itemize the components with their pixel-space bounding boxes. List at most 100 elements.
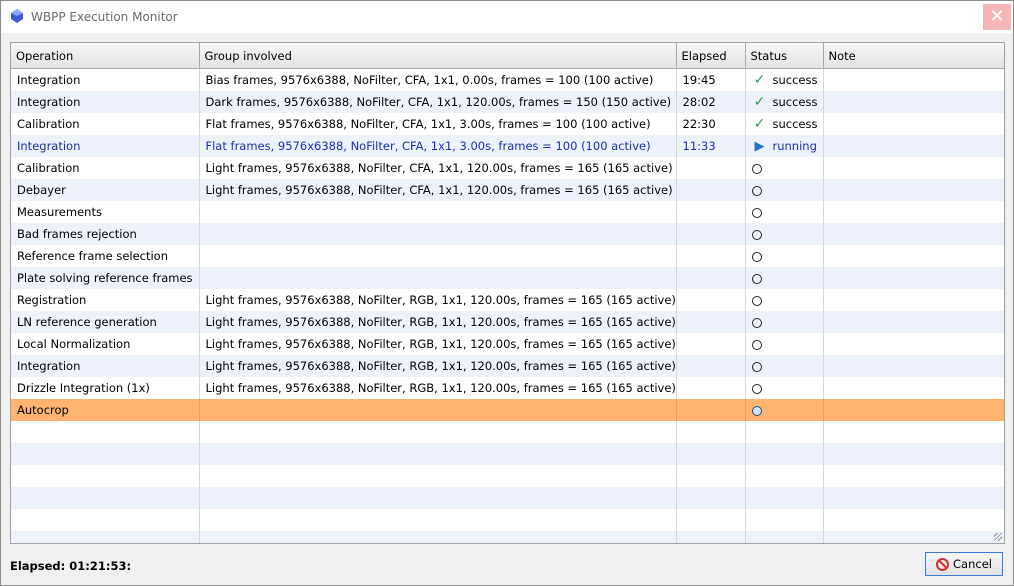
group-cell: Light frames, 9576x6388, NoFilter, RGB, … — [199, 333, 677, 355]
table-row[interactable]: Integration Bias frames, 9576x6388, NoFil… — [11, 68, 1004, 91]
check-icon: ✓ — [753, 72, 766, 88]
cancel-button[interactable]: Cancel — [925, 552, 1003, 576]
check-icon: ✓ — [753, 116, 766, 132]
operations-table[interactable]: Operation Group involved Elapsed Status … — [10, 42, 1005, 544]
operation-cell: Measurements — [11, 201, 200, 223]
status-cell: ✓ success — [745, 91, 824, 113]
column-header-status[interactable]: Status — [745, 43, 824, 69]
pending-icon — [751, 163, 762, 174]
table-row[interactable]: Measurements — [11, 201, 1004, 223]
operation-cell: Integration — [11, 91, 200, 113]
operation-cell: LN reference generation — [11, 311, 200, 333]
table-row[interactable]: Autocrop — [11, 399, 1004, 421]
elapsed-cell — [676, 355, 746, 377]
operation-cell: Debayer — [11, 179, 200, 201]
group-cell: Bias frames, 9576x6388, NoFilter, CFA, 1… — [199, 68, 677, 91]
status-cell: ▶ running — [745, 135, 824, 157]
pending-icon — [751, 339, 762, 350]
pending-icon — [751, 295, 762, 306]
empty-cell — [823, 421, 1004, 443]
elapsed-cell — [676, 377, 746, 399]
empty-cell — [11, 421, 200, 443]
empty-cell — [199, 443, 677, 465]
group-cell — [199, 201, 677, 223]
note-cell — [823, 377, 1004, 399]
status-cell — [745, 223, 824, 245]
status-cell — [745, 311, 824, 333]
operation-cell: Reference frame selection — [11, 245, 200, 267]
column-header-note[interactable]: Note — [823, 43, 1004, 69]
empty-cell — [11, 443, 200, 465]
group-cell: Light frames, 9576x6388, NoFilter, RGB, … — [199, 355, 677, 377]
empty-cell — [11, 465, 200, 487]
group-cell — [199, 399, 677, 421]
elapsed-cell: 28:02 — [676, 91, 746, 113]
table-row[interactable]: Plate solving reference frames — [11, 267, 1004, 289]
elapsed-cell — [676, 157, 746, 179]
status-text: success — [772, 73, 818, 87]
operation-cell: Drizzle Integration (1x) — [11, 377, 200, 399]
table-row[interactable]: Integration Light frames, 9576x6388, NoFi… — [11, 355, 1004, 377]
table-row[interactable]: Registration Light frames, 9576x6388, NoF… — [11, 289, 1004, 311]
resize-grip[interactable] — [994, 533, 1002, 541]
operation-cell: Calibration — [11, 113, 200, 135]
pending-icon — [751, 383, 762, 394]
table-row[interactable]: Integration Flat frames, 9576x6388, NoFil… — [11, 135, 1004, 157]
operation-cell: Plate solving reference frames — [11, 267, 200, 289]
empty-cell — [823, 509, 1004, 531]
note-cell — [823, 201, 1004, 223]
empty-cell — [745, 443, 824, 465]
column-header-group[interactable]: Group involved — [199, 43, 677, 69]
note-cell — [823, 223, 1004, 245]
note-cell — [823, 135, 1004, 157]
empty-cell — [676, 443, 746, 465]
elapsed-cell — [676, 179, 746, 201]
operation-cell: Registration — [11, 289, 200, 311]
note-cell — [823, 113, 1004, 135]
empty-cell — [676, 487, 746, 509]
play-icon: ▶ — [754, 138, 765, 154]
status-cell — [745, 355, 824, 377]
group-cell — [199, 267, 677, 289]
status-text: success — [772, 117, 818, 131]
empty-row — [11, 465, 1004, 487]
status-cell — [745, 377, 824, 399]
table-row[interactable]: LN reference generation Light frames, 957… — [11, 311, 1004, 333]
table-row[interactable]: Calibration Light frames, 9576x6388, NoFi… — [11, 157, 1004, 179]
table-row[interactable]: Local Normalization Light frames, 9576x63… — [11, 333, 1004, 355]
empty-row — [11, 443, 1004, 465]
empty-cell — [823, 465, 1004, 487]
group-cell: Light frames, 9576x6388, NoFilter, CFA, … — [199, 179, 677, 201]
table-row[interactable]: Reference frame selection — [11, 245, 1004, 267]
status-cell — [745, 201, 824, 223]
empty-cell — [676, 531, 746, 543]
table-row[interactable]: Integration Dark frames, 9576x6388, NoFil… — [11, 91, 1004, 113]
cancel-icon — [936, 557, 950, 571]
title-bar[interactable]: WBPP Execution Monitor ✕ — [1, 1, 1013, 33]
empty-cell — [199, 421, 677, 443]
empty-row — [11, 421, 1004, 443]
note-cell — [823, 399, 1004, 421]
elapsed-cell — [676, 201, 746, 223]
empty-cell — [199, 531, 677, 543]
status-text: success — [772, 95, 818, 109]
empty-cell — [823, 531, 1004, 543]
column-header-operation[interactable]: Operation — [11, 43, 200, 69]
close-button[interactable]: ✕ — [983, 4, 1011, 30]
empty-cell — [199, 509, 677, 531]
table-row[interactable]: Bad frames rejection — [11, 223, 1004, 245]
table-row[interactable]: Drizzle Integration (1x) Light frames, 95… — [11, 377, 1004, 399]
table-row[interactable]: Calibration Flat frames, 9576x6388, NoFil… — [11, 113, 1004, 135]
empty-cell — [676, 509, 746, 531]
note-cell — [823, 289, 1004, 311]
column-header-elapsed[interactable]: Elapsed — [676, 43, 746, 69]
note-cell — [823, 333, 1004, 355]
pending-icon — [751, 317, 762, 328]
app-logo-icon — [11, 9, 23, 23]
pending-icon — [751, 361, 762, 372]
empty-cell — [199, 487, 677, 509]
total-elapsed-label: Elapsed: 01:21:53: — [10, 559, 132, 573]
empty-row — [11, 531, 1004, 543]
elapsed-cell — [676, 267, 746, 289]
table-row[interactable]: Debayer Light frames, 9576x6388, NoFilter… — [11, 179, 1004, 201]
